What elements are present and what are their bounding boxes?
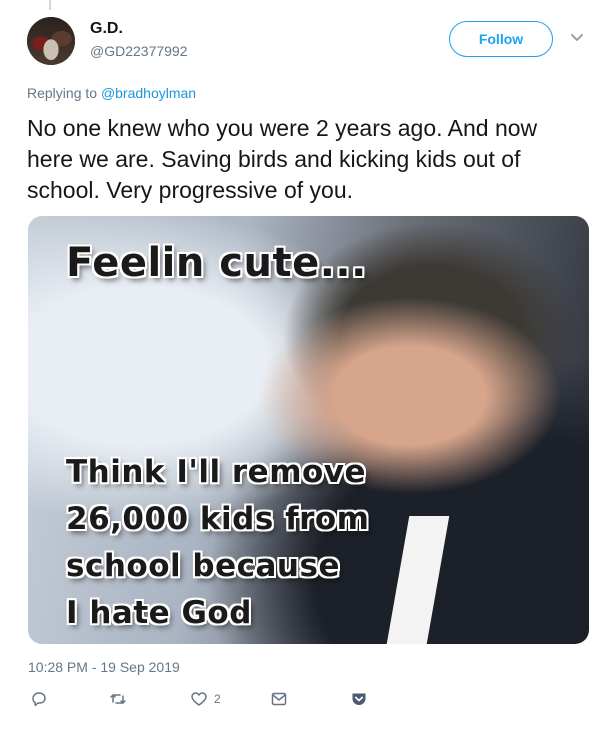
meme-caption-line: I hate God — [66, 595, 252, 631]
media-shirt-shape — [386, 516, 450, 644]
follow-button[interactable]: Follow — [449, 21, 553, 57]
reply-button[interactable] — [30, 690, 48, 708]
tweet-text: No one knew who you were 2 years ago. An… — [27, 115, 538, 203]
save-to-pocket-button[interactable] — [350, 690, 368, 708]
user-handle[interactable]: @GD22377992 — [90, 43, 188, 59]
chevron-down-icon[interactable] — [570, 33, 584, 43]
thread-connector — [49, 0, 51, 10]
tweet-media-image[interactable]: Feelin cute... Think I'll remove 26,000 … — [28, 216, 589, 644]
direct-message-button[interactable] — [270, 690, 288, 708]
like-count: 2 — [214, 692, 221, 706]
reply-context: Replying to @bradhoylman — [27, 85, 196, 101]
reply-mention-link[interactable]: @bradhoylman — [101, 85, 196, 101]
heart-icon — [191, 692, 207, 706]
envelope-icon — [271, 692, 287, 706]
tweet-actions: 2 — [0, 690, 615, 714]
user-display-name[interactable]: G.D. — [90, 20, 123, 38]
retweet-button[interactable] — [109, 690, 127, 708]
meme-caption-line: 26,000 kids from — [66, 501, 370, 537]
retweet-icon — [110, 694, 126, 704]
meme-top-caption: Feelin cute... — [66, 240, 367, 286]
pocket-save-icon — [352, 693, 366, 705]
reply-icon — [32, 692, 46, 707]
like-button[interactable]: 2 — [190, 690, 221, 708]
avatar[interactable] — [27, 17, 75, 65]
meme-caption-line: school because — [66, 548, 340, 584]
tweet-timestamp[interactable]: 10:28 PM - 19 Sep 2019 — [28, 659, 180, 675]
meme-caption-line: Think I'll remove — [66, 454, 367, 490]
reply-prefix: Replying to — [27, 85, 98, 101]
